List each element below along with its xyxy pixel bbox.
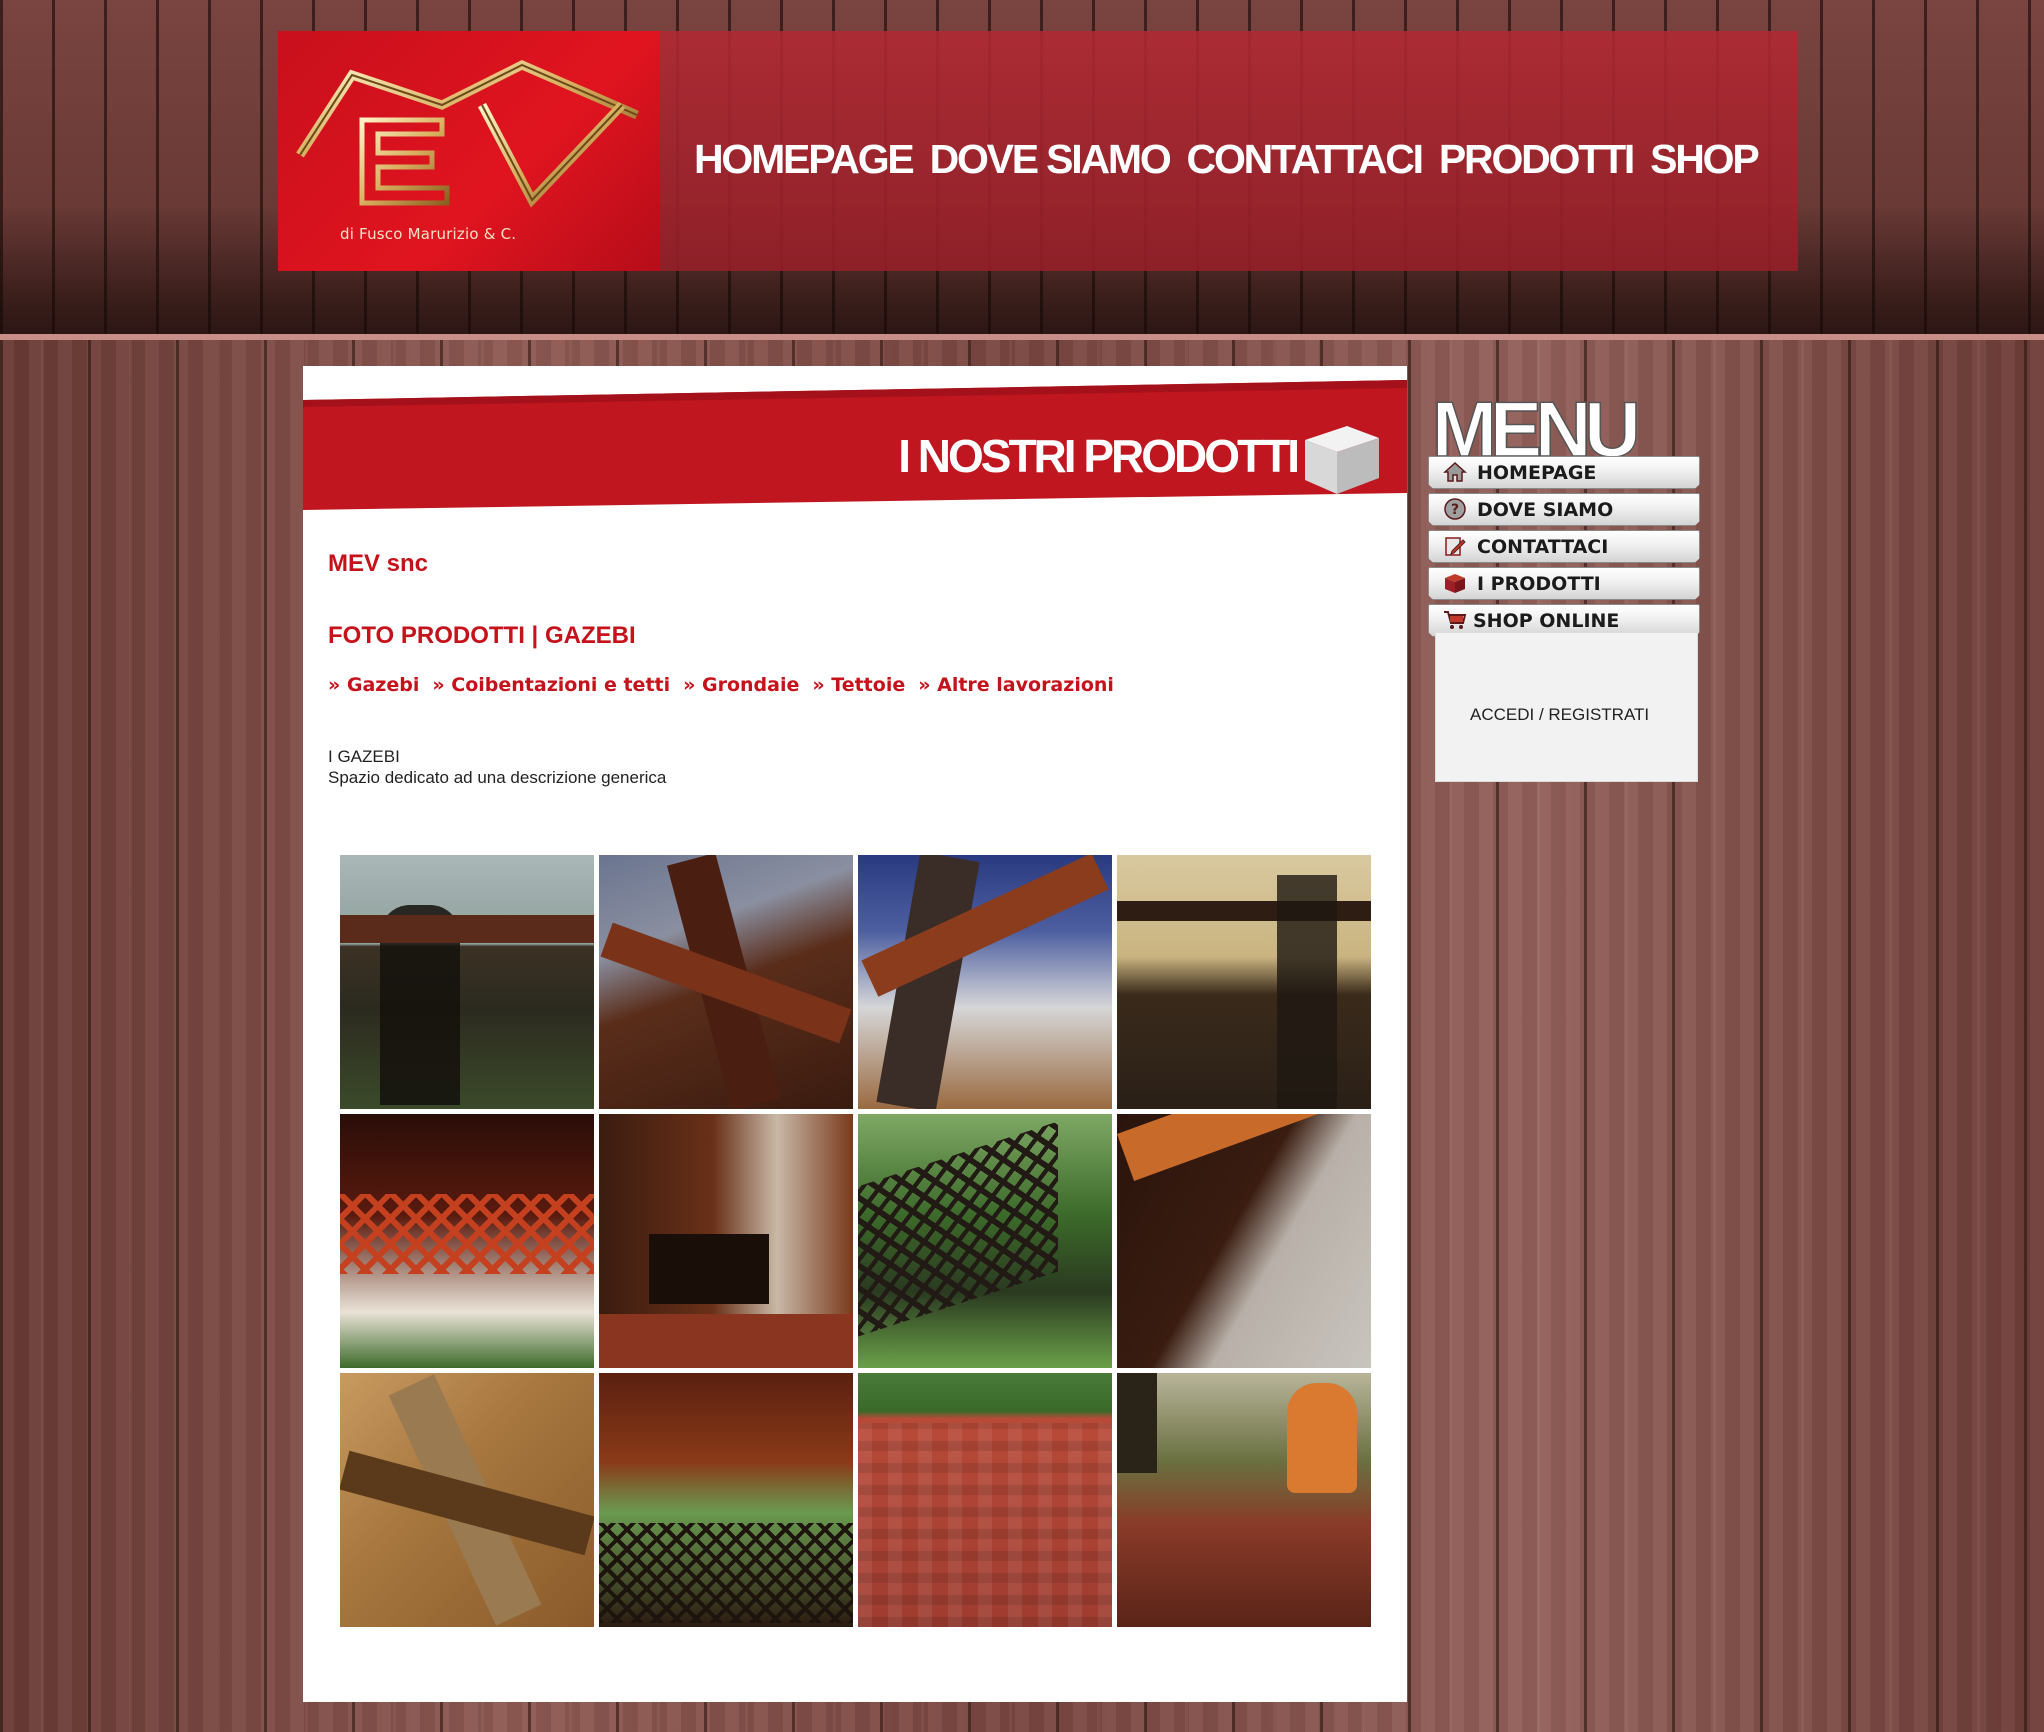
menu-item-contattaci[interactable]: CONTATTACI [1428,530,1700,563]
gallery-photo[interactable] [340,1373,594,1627]
svg-text:?: ? [1451,502,1459,518]
login-box: ACCEDI / REGISTRATI [1435,632,1698,782]
gallery-photo[interactable] [340,1114,594,1368]
sub-nav-gazebi[interactable]: » Gazebi [328,674,419,696]
top-nav-contattaci[interactable]: CONTATTACI [1187,134,1425,184]
top-navigation: HOMEPAGE DOVE SIAMO CONTATTACI PRODOTTI … [694,134,1760,184]
sub-nav-grondaie[interactable]: » Grondaie [683,674,799,696]
menu-item-label: CONTATTACI [1477,536,1609,558]
sub-nav-altre-lavorazioni[interactable]: » Altre lavorazioni [918,674,1114,696]
products-banner: I NOSTRI PRODOTTI [303,380,1407,510]
gallery-photo[interactable] [1117,855,1371,1109]
menu-item-i-prodotti[interactable]: I PRODOTTI [1428,567,1700,600]
section-title: FOTO PRODOTTI | GAZEBI [328,622,636,649]
banner-title: I NOSTRI PRODOTTI [898,430,1300,482]
site-logo[interactable]: di Fusco Marurizio & C. [278,31,660,271]
menu-item-label: SHOP ONLINE [1473,610,1620,632]
gallery-photo[interactable] [599,855,853,1109]
top-nav-prodotti[interactable]: PRODOTTI [1439,134,1635,184]
edit-icon [1445,537,1466,556]
side-menu: HOMEPAGE ? DOVE SIAMO CONTATTACI I PRODO… [1428,456,1700,641]
login-register-link[interactable]: ACCEDI / REGISTRATI [1470,705,1649,725]
description-title: I GAZEBI [328,747,400,766]
cube-icon [1305,426,1379,494]
gallery-photo[interactable] [340,855,594,1109]
menu-item-label: DOVE SIAMO [1477,499,1614,521]
gallery-photo[interactable] [599,1373,853,1627]
gallery-photo[interactable] [1117,1114,1371,1368]
home-icon [1443,461,1467,482]
cart-icon [1444,611,1467,629]
description-text: Spazio dedicato ad una descrizione gener… [328,768,667,787]
menu-item-dove-siamo[interactable]: ? DOVE SIAMO [1428,493,1700,526]
top-nav-homepage[interactable]: HOMEPAGE [694,134,915,184]
mev-logo-icon [296,60,639,208]
logo-tagline: di Fusco Marurizio & C. [340,225,517,243]
sub-nav-tettoie[interactable]: » Tettoie [812,674,905,696]
top-nav-shop[interactable]: SHOP [1650,134,1760,184]
product-sub-navigation: » Gazebi » Coibentazioni e tetti » Grond… [328,674,1114,696]
photo-gallery [340,855,1372,1627]
menu-title-text: MENU [1432,385,1636,464]
menu-item-label: HOMEPAGE [1477,462,1597,484]
question-icon: ? [1444,498,1466,520]
box-icon [1445,574,1465,593]
top-nav-dove-siamo[interactable]: DOVE SIAMO [930,134,1172,184]
menu-item-homepage[interactable]: HOMEPAGE [1428,456,1700,489]
menu-item-label: I PRODOTTI [1477,573,1601,595]
sub-nav-coibentazioni[interactable]: » Coibentazioni e tetti [432,674,670,696]
gallery-photo[interactable] [599,1114,853,1368]
gallery-photo[interactable] [858,1114,1112,1368]
gallery-photo[interactable] [858,1373,1112,1627]
company-name: MEV snc [328,550,429,577]
content-panel: I NOSTRI PRODOTTI MEV snc FOTO PRODOTTI … [303,366,1407,1702]
gallery-photo[interactable] [858,855,1112,1109]
gallery-photo[interactable] [1117,1373,1371,1627]
